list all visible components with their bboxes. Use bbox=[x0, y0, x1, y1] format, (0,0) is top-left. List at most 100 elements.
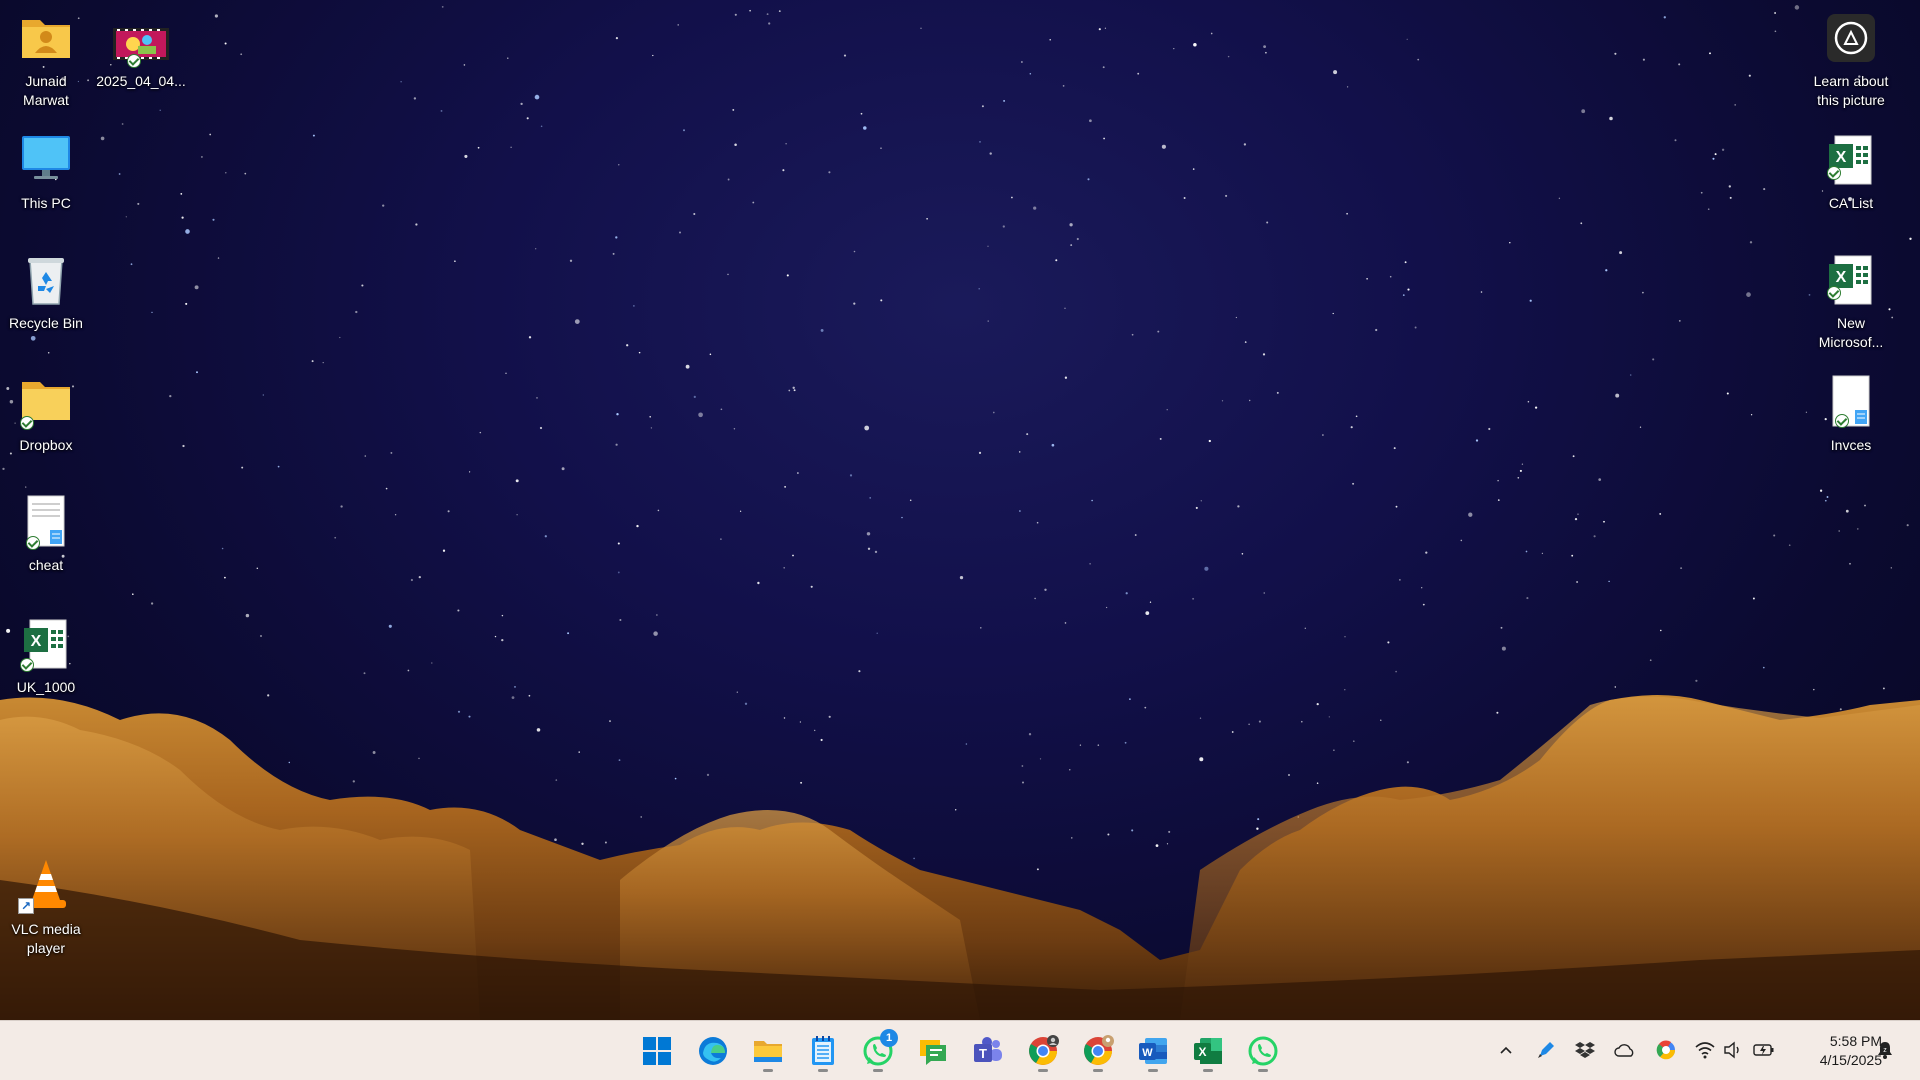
svg-text:W: W bbox=[1142, 1047, 1153, 1059]
clock[interactable]: 5:58 PM 4/15/2025 bbox=[1782, 1032, 1882, 1070]
desktop-icon-label: VLC media player bbox=[11, 921, 81, 956]
battery-icon bbox=[1753, 1044, 1774, 1056]
user-folder-icon bbox=[18, 10, 74, 66]
tray-battery[interactable] bbox=[1753, 1039, 1775, 1061]
excel-icon: X bbox=[1194, 1038, 1222, 1064]
tray-onedrive[interactable] bbox=[1614, 1039, 1636, 1061]
speaker-icon bbox=[1724, 1041, 1739, 1059]
svg-text:X: X bbox=[1198, 1045, 1206, 1059]
desktop-icon-junaid-marwat[interactable]: Junaid Marwat bbox=[0, 10, 92, 110]
camera-info-icon bbox=[1823, 10, 1879, 66]
text-document-icon bbox=[18, 494, 74, 550]
clock-time: 5:58 PM bbox=[1829, 1033, 1882, 1049]
desktop-icon-recycle-bin[interactable]: Recycle Bin bbox=[0, 252, 92, 333]
desktop-icon-label: Learn about this picture bbox=[1813, 73, 1889, 108]
desktop-icon-label: Dropbox bbox=[19, 437, 73, 453]
desktop-icon-uk-1000[interactable]: X UK_1000 bbox=[0, 616, 92, 697]
desktop-icon-learn-about-picture[interactable]: Learn about this picture bbox=[1805, 10, 1897, 110]
excel-file-icon: X bbox=[1823, 252, 1879, 308]
notification-center-button[interactable]: z bbox=[1874, 1039, 1896, 1061]
taskbar-chrome-1[interactable] bbox=[1021, 1029, 1065, 1073]
sandstone-rocks bbox=[0, 695, 1920, 1020]
desktop-icon-label: UK_1000 bbox=[16, 679, 76, 695]
google-drive-icon bbox=[1656, 1040, 1676, 1060]
tray-volume[interactable] bbox=[1722, 1039, 1744, 1061]
sync-status-icon bbox=[1827, 286, 1841, 300]
desktop-icon-new-microsoft[interactable]: X New Microsof... bbox=[1805, 252, 1897, 352]
desktop-icon-this-pc[interactable]: This PC bbox=[0, 132, 92, 213]
tray-dropbox[interactable] bbox=[1574, 1039, 1596, 1061]
edge-browser-icon bbox=[699, 1037, 727, 1065]
desktop-icon-cheat[interactable]: cheat bbox=[0, 494, 92, 575]
clock-date: 4/15/2025 bbox=[1819, 1052, 1882, 1068]
desktop-icon-label: New Microsof... bbox=[1818, 315, 1884, 350]
taskbar-chrome-2[interactable] bbox=[1076, 1029, 1120, 1073]
running-indicator bbox=[1148, 1069, 1158, 1072]
desktop-icon-label: Junaid Marwat bbox=[23, 73, 69, 108]
desktop-icon-label: 2025_04_04... bbox=[96, 73, 186, 89]
svg-text:X: X bbox=[31, 633, 42, 650]
tray-wifi[interactable] bbox=[1694, 1039, 1716, 1061]
taskbar-word[interactable]: W bbox=[1131, 1029, 1175, 1073]
running-indicator bbox=[873, 1069, 883, 1072]
desktop-icon-invces[interactable]: Invces bbox=[1805, 374, 1897, 455]
sync-status-icon bbox=[127, 54, 141, 68]
taskbar-chat[interactable] bbox=[911, 1029, 955, 1073]
desktop-icon-ca-list[interactable]: X CA List bbox=[1805, 132, 1897, 213]
show-hidden-icons-button[interactable] bbox=[1495, 1039, 1517, 1061]
sync-status-icon bbox=[20, 416, 34, 430]
svg-text:X: X bbox=[1836, 269, 1847, 286]
running-indicator bbox=[1258, 1069, 1268, 1072]
taskbar-excel[interactable]: X bbox=[1186, 1029, 1230, 1073]
chrome-icon bbox=[1029, 1035, 1059, 1065]
desktop-icon-video-file[interactable]: 2025_04_04... bbox=[95, 20, 187, 91]
pen-icon bbox=[1538, 1042, 1554, 1058]
onedrive-icon bbox=[1614, 1044, 1634, 1057]
tray-google-drive[interactable] bbox=[1655, 1039, 1677, 1061]
wifi-icon bbox=[1695, 1042, 1715, 1059]
taskbar: 1 T W X 5:58 PM 4/15/2025 z bbox=[0, 1020, 1920, 1080]
svg-text:X: X bbox=[1836, 149, 1847, 166]
desktop-icon-vlc[interactable]: ↗ VLC media player bbox=[0, 858, 92, 958]
excel-file-icon: X bbox=[18, 616, 74, 672]
word-icon: W bbox=[1139, 1038, 1167, 1064]
taskbar-edge[interactable] bbox=[691, 1029, 735, 1073]
file-explorer-icon bbox=[754, 1041, 782, 1062]
start-button[interactable] bbox=[635, 1029, 679, 1073]
windows-start-icon bbox=[643, 1037, 671, 1065]
desktop-wallpaper bbox=[0, 0, 1920, 1020]
sync-status-icon bbox=[20, 658, 34, 672]
taskbar-whatsapp-2[interactable] bbox=[1241, 1029, 1285, 1073]
running-indicator bbox=[1203, 1069, 1213, 1072]
desktop-icon-label: Invces bbox=[1830, 437, 1872, 453]
video-thumbnail-icon bbox=[113, 20, 169, 68]
bell-icon: z bbox=[1878, 1042, 1892, 1059]
text-document-icon bbox=[1823, 374, 1879, 430]
taskbar-teams[interactable]: T bbox=[966, 1029, 1010, 1073]
tray-pen[interactable] bbox=[1535, 1039, 1557, 1061]
svg-text:z: z bbox=[1883, 1047, 1887, 1054]
whatsapp-icon bbox=[1248, 1036, 1278, 1066]
chat-app-icon bbox=[920, 1040, 946, 1065]
running-indicator bbox=[1038, 1069, 1048, 1072]
taskbar-notepad[interactable] bbox=[801, 1029, 845, 1073]
taskbar-whatsapp[interactable]: 1 bbox=[856, 1029, 900, 1073]
chevron-up-icon bbox=[1500, 1046, 1512, 1054]
running-indicator bbox=[1093, 1069, 1103, 1072]
desktop-icon-label: CA List bbox=[1828, 195, 1874, 211]
folder-icon bbox=[18, 374, 74, 430]
desktop-icon-label: This PC bbox=[21, 195, 71, 211]
taskbar-file-explorer[interactable] bbox=[746, 1029, 790, 1073]
excel-file-icon: X bbox=[1823, 132, 1879, 188]
desktop-icon-dropbox[interactable]: Dropbox bbox=[0, 374, 92, 455]
teams-icon: T bbox=[974, 1037, 1002, 1062]
monitor-icon bbox=[18, 132, 74, 188]
svg-text:T: T bbox=[979, 1046, 987, 1061]
dropbox-icon bbox=[1575, 1042, 1595, 1058]
running-indicator bbox=[818, 1069, 828, 1072]
notification-badge: 1 bbox=[880, 1029, 898, 1047]
desktop-icon-label: cheat bbox=[28, 557, 64, 573]
sync-status-icon bbox=[1835, 414, 1849, 428]
running-indicator bbox=[763, 1069, 773, 1072]
desktop-icon-label: Recycle Bin bbox=[9, 315, 83, 331]
